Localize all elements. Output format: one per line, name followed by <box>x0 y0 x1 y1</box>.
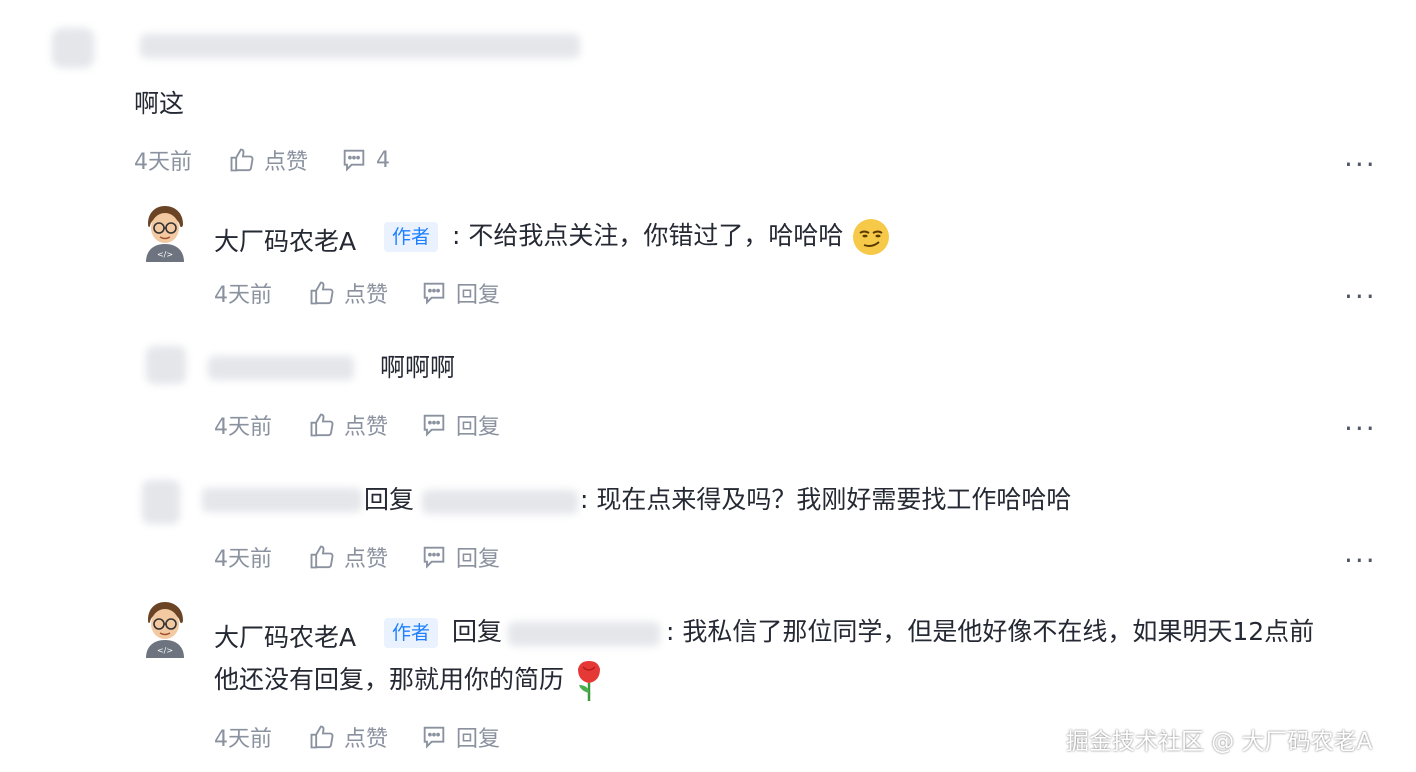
thumbs-up-icon <box>230 148 254 172</box>
author-badge: 作者 <box>384 222 439 252</box>
reply-text: : 现在点来得及吗？我刚好需要找工作哈哈哈 <box>580 485 1072 514</box>
comment-button[interactable]: 4 <box>340 146 390 174</box>
more-icon[interactable]: ... <box>1344 536 1377 569</box>
like-button[interactable]: 点赞 <box>308 541 388 573</box>
reply-time: 4天前 <box>214 727 272 752</box>
more-icon[interactable]: ... <box>1344 272 1377 305</box>
reply-button[interactable]: 回复 <box>420 541 500 573</box>
reply-label: 回复 <box>456 727 501 752</box>
reply-text: : 不给我点关注，你错过了，哈哈哈 <box>452 212 891 260</box>
replied-username[interactable] <box>508 622 660 646</box>
comment-time: 4天前 <box>134 150 192 175</box>
like-label: 点赞 <box>344 547 389 572</box>
comment-icon <box>343 149 365 172</box>
watermark: 掘金技术社区 @ 大厂码农老A <box>1066 729 1373 755</box>
reply-text-body: : 不给我点关注，你错过了，哈哈哈 <box>452 221 844 250</box>
like-label: 点赞 <box>344 727 389 752</box>
like-button[interactable]: 点赞 <box>308 277 388 309</box>
reply-word: 回复 <box>364 485 415 514</box>
reply-text-line2-body: 他还没有回复，那就用你的简历 <box>214 665 565 694</box>
author-badge: 作者 <box>384 618 439 648</box>
reply-text-line1: : 我私信了那位同学，但是他好像不在线，如果明天12点前 <box>666 617 1315 646</box>
comment-icon <box>423 282 445 305</box>
like-button[interactable]: 点赞 <box>308 721 388 753</box>
reply-text: 啊啊啊 <box>380 353 456 382</box>
avatar[interactable] <box>146 346 186 384</box>
rose-emoji <box>577 661 600 701</box>
replied-username[interactable] <box>422 490 578 514</box>
thumbs-up-icon <box>310 725 334 749</box>
more-icon[interactable]: ... <box>1344 140 1377 173</box>
username[interactable] <box>208 356 354 380</box>
thumbs-up-icon <box>310 281 334 305</box>
reply-label: 回复 <box>456 283 501 308</box>
reply-button[interactable]: 回复 <box>420 721 500 753</box>
reply-label: 回复 <box>456 415 501 440</box>
username[interactable] <box>140 34 580 58</box>
avatar[interactable] <box>52 28 94 68</box>
reply-actions: 4天前 点赞 回复 <box>214 721 500 753</box>
reply-time: 4天前 <box>214 547 272 572</box>
comment-icon <box>423 726 445 749</box>
like-label: 点赞 <box>344 283 389 308</box>
svg-text:</>: </> <box>157 646 173 655</box>
smirk-emoji <box>853 219 890 255</box>
author-name[interactable]: 大厂码农老A <box>214 618 356 654</box>
comment-text: 啊这 <box>134 89 185 118</box>
comment-icon <box>423 414 445 437</box>
like-button[interactable]: 点赞 <box>228 144 308 176</box>
reply-actions: 4天前 点赞 回复 <box>214 541 500 573</box>
author-avatar[interactable]: </> <box>140 600 190 658</box>
like-button[interactable]: 点赞 <box>308 409 388 441</box>
reply-time: 4天前 <box>214 415 272 440</box>
author-name[interactable]: 大厂码农老A <box>214 222 356 258</box>
like-label: 点赞 <box>344 415 389 440</box>
thumbs-up-icon <box>310 413 334 437</box>
username[interactable] <box>202 488 362 512</box>
author-avatar[interactable]: </> <box>140 204 190 262</box>
reply-label: 回复 <box>456 547 501 572</box>
reply-actions: 4天前 点赞 回复 <box>214 409 500 441</box>
reply-word: 回复 <box>452 617 503 646</box>
svg-text:</>: </> <box>157 250 173 259</box>
reply-button[interactable]: 回复 <box>420 409 500 441</box>
thumbs-up-icon <box>310 545 334 569</box>
more-icon[interactable]: ... <box>1344 404 1377 437</box>
comment-actions: 4天前 点赞 4 <box>134 144 390 176</box>
reply-text-line2: 他还没有回复，那就用你的简历 <box>214 656 606 704</box>
reply-actions: 4天前 点赞 回复 <box>214 277 500 309</box>
reply-button[interactable]: 回复 <box>420 277 500 309</box>
reply-time: 4天前 <box>214 283 272 308</box>
comment-count: 4 <box>376 147 391 173</box>
comment-icon <box>423 546 445 569</box>
like-label: 点赞 <box>264 150 309 175</box>
avatar[interactable] <box>142 480 180 524</box>
